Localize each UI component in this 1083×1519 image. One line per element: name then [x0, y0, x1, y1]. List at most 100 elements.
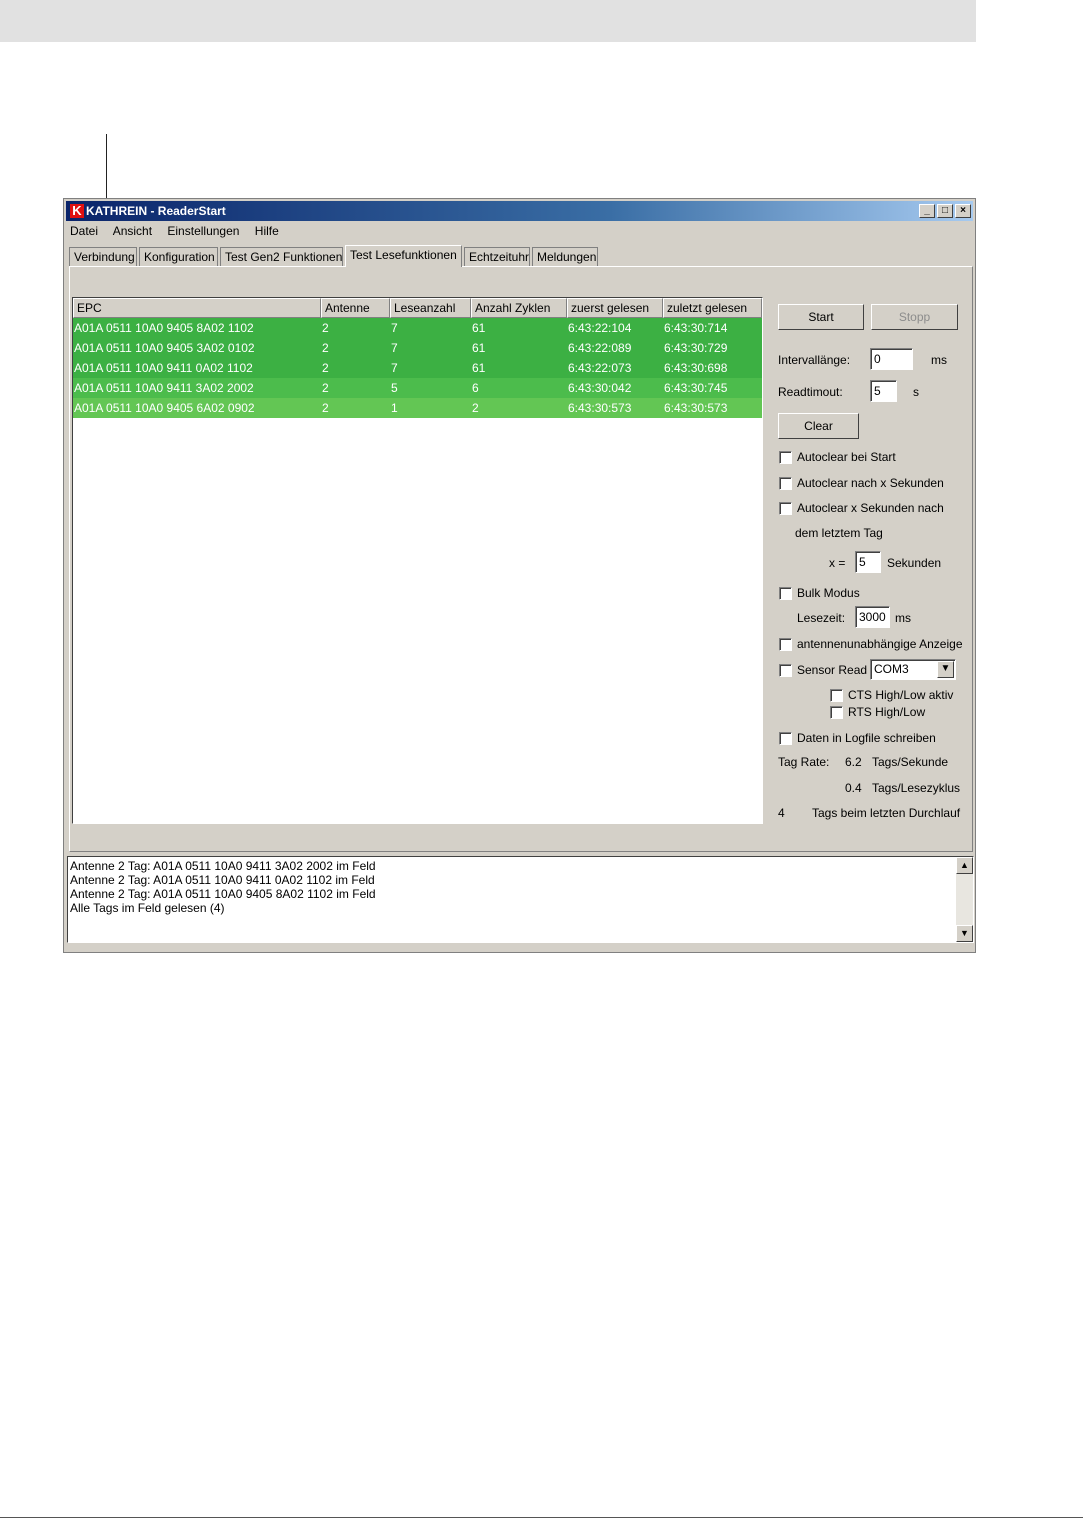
antenna-independent-label: antennenunabhängige Anzeige: [797, 637, 963, 651]
menu-datei[interactable]: Datei: [70, 224, 98, 238]
maximize-button[interactable]: □: [937, 204, 953, 218]
cell-zuerst: 6:43:30:042: [568, 381, 632, 395]
table-row[interactable]: A01A 0511 10A0 9411 0A02 1102 2 7 61 6:43:22…: [73, 358, 762, 378]
sensor-port-value: COM3: [874, 662, 909, 676]
cts-label: CTS High/Low aktiv: [848, 688, 954, 702]
cell-leseanzahl: 7: [391, 321, 398, 335]
log-line: Alle Tags im Feld gelesen (4): [70, 901, 225, 915]
rts-checkbox[interactable]: [830, 706, 843, 719]
x-seconds-input[interactable]: [855, 551, 881, 573]
bulk-mode-checkbox[interactable]: [779, 587, 792, 600]
cell-epc: A01A 0511 10A0 9405 3A02 0102: [74, 341, 255, 355]
close-button[interactable]: ×: [955, 204, 971, 218]
cell-epc: A01A 0511 10A0 9405 6A02 0902: [74, 401, 255, 415]
cell-zuletzt: 6:43:30:729: [664, 341, 728, 355]
cell-zyklen: 61: [472, 361, 486, 375]
logfile-checkbox[interactable]: [779, 732, 792, 745]
scroll-down-icon[interactable]: ▼: [956, 925, 973, 942]
minimize-button[interactable]: _: [919, 204, 935, 218]
cts-checkbox[interactable]: [830, 689, 843, 702]
cell-antenne: 2: [322, 361, 329, 375]
app-window: K KATHREIN - ReaderStart _ □ × Datei Ans…: [63, 198, 976, 953]
last-run-label: Tags beim letzten Durchlauf: [812, 806, 961, 820]
clear-button[interactable]: Clear: [778, 413, 859, 439]
tab-echtzeituhr[interactable]: Echtzeituhr: [464, 247, 530, 267]
rts-label: RTS High/Low: [848, 705, 926, 719]
tag-table[interactable]: EPC Antenne Leseanzahl Anzahl Zyklen zue…: [72, 297, 763, 824]
cell-zuerst: 6:43:30:573: [568, 401, 632, 415]
autoclear-start-label: Autoclear bei Start: [797, 450, 896, 464]
lesezeit-label: Lesezeit:: [797, 611, 846, 625]
table-row[interactable]: A01A 0511 10A0 9411 3A02 2002 2 5 6 6:43:30:…: [73, 378, 762, 398]
interval-input[interactable]: [870, 348, 913, 370]
interval-label: Intervallänge:: [778, 353, 851, 367]
tagrate-label: Tag Rate:: [778, 755, 830, 769]
tab-konfiguration[interactable]: Konfiguration: [139, 247, 218, 267]
log-line: Antenne 2 Tag: A01A 0511 10A0 9411 0A02 …: [70, 873, 375, 887]
cell-zyklen: 61: [472, 341, 486, 355]
sensor-read-checkbox[interactable]: [779, 664, 792, 677]
tab-meldungen[interactable]: Meldungen: [532, 247, 598, 267]
lesezeit-unit: ms: [895, 611, 911, 625]
tab-test-lesefunktionen[interactable]: Test Lesefunktionen: [345, 245, 462, 267]
readtimeout-input[interactable]: [870, 380, 897, 402]
col-zuletzt-gelesen[interactable]: zuletzt gelesen: [663, 298, 762, 318]
tab-test-gen2[interactable]: Test Gen2 Funktionen: [220, 247, 343, 267]
title-bar[interactable]: K KATHREIN - ReaderStart _ □ ×: [66, 201, 973, 221]
cell-zuerst: 6:43:22:089: [568, 341, 632, 355]
cell-zuletzt: 6:43:30:714: [664, 321, 728, 335]
bulk-mode-label: Bulk Modus: [797, 586, 860, 600]
table-row[interactable]: A01A 0511 10A0 9405 6A02 0902 2 1 2 6:43:30:…: [73, 398, 762, 418]
col-anzahl-zyklen[interactable]: Anzahl Zyklen: [471, 298, 567, 318]
cell-epc: A01A 0511 10A0 9405 8A02 1102: [74, 321, 254, 335]
cell-antenne: 2: [322, 341, 329, 355]
menu-einstellungen[interactable]: Einstellungen: [167, 224, 239, 238]
col-antenne[interactable]: Antenne: [321, 298, 390, 318]
antenna-independent-checkbox[interactable]: [779, 638, 792, 651]
cell-leseanzahl: 5: [391, 381, 398, 395]
table-header: EPC Antenne Leseanzahl Anzahl Zyklen zue…: [73, 298, 762, 318]
lesezeit-input[interactable]: [855, 606, 890, 628]
col-zuerst-gelesen[interactable]: zuerst gelesen: [567, 298, 663, 318]
readtimeout-label: Readtimout:: [778, 385, 843, 399]
col-leseanzahl[interactable]: Leseanzahl: [390, 298, 471, 318]
menu-ansicht[interactable]: Ansicht: [113, 224, 152, 238]
cell-antenne: 2: [322, 381, 329, 395]
tagrate-sec-value: 6.2: [845, 755, 862, 769]
cell-zyklen: 6: [472, 381, 479, 395]
autoclear-x-checkbox[interactable]: [779, 477, 792, 490]
log-scrollbar[interactable]: ▲ ▼: [956, 857, 973, 942]
cell-epc: A01A 0511 10A0 9411 3A02 2002: [74, 381, 254, 395]
readtimeout-unit: s: [913, 385, 919, 399]
start-button[interactable]: Start: [778, 304, 864, 330]
message-log[interactable]: Antenne 2 Tag: A01A 0511 10A0 9411 3A02 …: [67, 856, 974, 943]
menu-hilfe[interactable]: Hilfe: [255, 224, 279, 238]
cell-zuletzt: 6:43:30:745: [664, 381, 728, 395]
sensor-port-select[interactable]: COM3 ▼: [870, 659, 956, 680]
tagrate-cycle-value: 0.4: [845, 781, 862, 795]
stopp-button[interactable]: Stopp: [871, 304, 958, 330]
autoclear-x-label: Autoclear nach x Sekunden: [797, 476, 944, 490]
table-row[interactable]: A01A 0511 10A0 9405 8A02 1102 2 7 61 6:43:22…: [73, 318, 762, 338]
scroll-up-icon[interactable]: ▲: [956, 857, 973, 874]
autoclear-after-label-2: dem letztem Tag: [795, 526, 883, 540]
logfile-label: Daten in Logfile schreiben: [797, 731, 936, 745]
autoclear-after-label: Autoclear x Sekunden nach: [797, 501, 944, 515]
interval-unit: ms: [931, 353, 947, 367]
autoclear-start-checkbox[interactable]: [779, 451, 792, 464]
col-epc[interactable]: EPC: [73, 298, 321, 318]
autoclear-after-checkbox[interactable]: [779, 502, 792, 515]
table-row[interactable]: A01A 0511 10A0 9405 3A02 0102 2 7 61 6:43:22…: [73, 338, 762, 358]
tagrate-sec-unit: Tags/Sekunde: [872, 755, 949, 769]
cell-zuerst: 6:43:22:073: [568, 361, 632, 375]
log-line: Antenne 2 Tag: A01A 0511 10A0 9405 8A02 …: [70, 887, 376, 901]
cell-zuletzt: 6:43:30:698: [664, 361, 728, 375]
cell-leseanzahl: 1: [391, 401, 398, 415]
cell-epc: A01A 0511 10A0 9411 0A02 1102: [74, 361, 253, 375]
tagrate-cycle-unit: Tags/Lesezyklus: [872, 781, 961, 795]
dropdown-arrow-icon[interactable]: ▼: [937, 661, 954, 678]
page-footer-rule: [0, 1517, 1083, 1518]
x-label: x =: [829, 556, 846, 570]
cell-antenne: 2: [322, 401, 329, 415]
tab-verbindung[interactable]: Verbindung: [69, 247, 137, 267]
